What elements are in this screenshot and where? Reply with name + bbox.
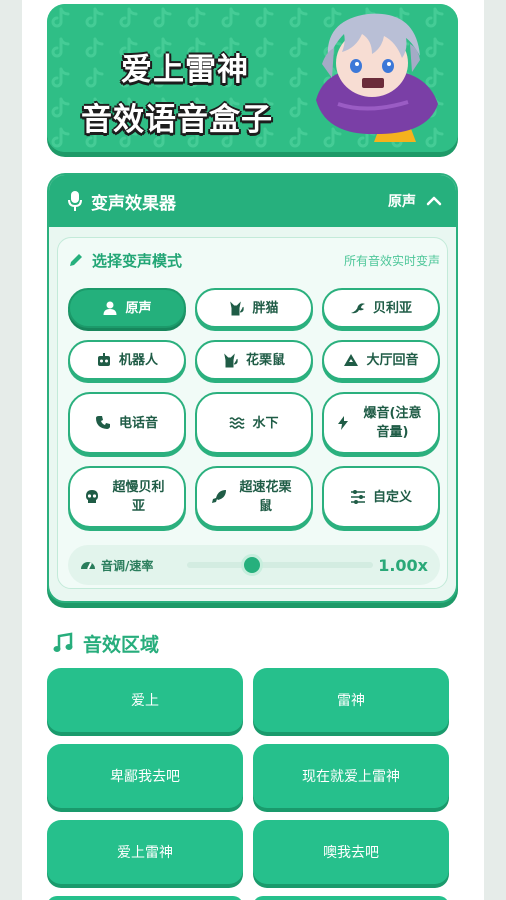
mode-button-fat-cat[interactable]: 胖猫 [195,288,313,328]
mode-button-original[interactable]: 原声 [68,288,186,328]
pitch-rate-slider[interactable] [187,554,373,576]
mode-label: 大厅回音 [366,352,419,368]
cat-icon [230,301,245,316]
gauge-icon [81,562,95,570]
pitch-rate-label: 音调/速率 [101,558,154,573]
mode-label: 胖猫 [252,300,279,316]
sound-effect-button[interactable]: 雷神 [253,668,449,732]
sound-effects-title: 音效区域 [83,633,160,656]
mode-section-title: 选择变声模式 [92,251,183,270]
robot-icon [97,353,110,366]
mode-button-underwater[interactable]: 水下 [195,392,313,454]
sound-effects-header: 音效区域 [52,628,159,658]
mode-label: 超慢贝利亚 [112,480,165,514]
mode-button-telephone[interactable]: 电话音 [68,392,186,454]
cat-icon [224,353,238,368]
voice-changer-header[interactable]: 变声效果器 原声 [49,175,456,227]
mode-label: 贝利亚 [372,300,412,316]
sound-effect-button[interactable]: 卑鄙我去吧 [47,744,243,808]
banner-title-line2: 音效语音盒子 [81,102,273,138]
current-mode-label: 原声 [388,194,416,210]
mode-label: 超速花栗鼠 [239,480,292,514]
mode-button-robot[interactable]: 机器人 [68,340,186,380]
mode-label: 自定义 [372,489,412,505]
header-banner: 爱上雷神 音效语音盒子 [47,4,458,152]
music-note-icon [53,632,73,652]
mode-hint: 所有音效实时变声 [343,253,440,268]
pitch-rate-control: 音调/速率 1.00x [68,545,440,585]
phone-icon [95,416,110,429]
mode-button-hall-echo[interactable]: 大厅回音 [322,340,440,380]
mode-label: 花栗鼠 [245,352,285,368]
app-page: 爱上雷神 音效语音盒子 变声效果器 原声 选择变声模式 所有音效实时变声 原声 … [22,0,484,900]
mode-label: 爆音(注意音量) [363,406,422,440]
mode-button-super-fast-chipmunk[interactable]: 超速花栗鼠 [195,466,313,528]
sliders-icon [350,490,365,504]
mode-label: 机器人 [118,352,158,368]
sound-effect-button[interactable]: 爱上 [47,668,243,732]
mode-label: 电话音 [118,415,158,431]
sound-effect-button[interactable]: 爱上雷神 [47,820,243,884]
sound-effect-button[interactable]: 现在就爱上雷神 [253,744,449,808]
chevron-up-icon[interactable] [426,193,442,209]
mode-button-custom[interactable]: 自定义 [322,466,440,528]
skull-icon [85,490,98,503]
dragon-icon [350,303,365,314]
mode-button-chipmunk[interactable]: 花栗鼠 [195,340,313,380]
voice-changer-panel: 变声效果器 原声 选择变声模式 所有音效实时变声 原声 胖猫 贝利亚 机器人 花… [47,173,458,603]
pitch-rate-slider-thumb[interactable] [241,554,263,576]
banner-title-line1: 爱上雷神 [121,52,249,88]
mascot-image [316,13,438,142]
sound-effect-button-partial[interactable] [47,896,243,900]
mode-button-belial[interactable]: 贝利亚 [322,288,440,328]
sound-effect-button-partial[interactable] [253,896,449,900]
sound-effect-button[interactable]: 噢我去吧 [253,820,449,884]
microphone-icon [68,191,82,211]
pitch-rate-value: 1.00x [378,555,428,575]
voice-changer-title: 变声效果器 [91,193,176,214]
water-icon [229,417,246,429]
mode-section-header: 选择变声模式 所有音效实时变声 [68,248,440,272]
voice-mode-section: 选择变声模式 所有音效实时变声 原声 胖猫 贝利亚 机器人 花栗鼠 大厅回音 电… [57,237,448,589]
rocket-icon [211,490,226,503]
pencil-icon [70,254,82,266]
mode-label: 水下 [252,415,279,431]
mode-button-distortion[interactable]: 爆音(注意音量) [322,392,440,454]
mountain-icon [344,354,359,366]
bolt-icon [337,416,348,430]
mode-label: 原声 [125,300,152,316]
person-icon [103,301,117,315]
mode-button-super-slow-belial[interactable]: 超慢贝利亚 [68,466,186,528]
